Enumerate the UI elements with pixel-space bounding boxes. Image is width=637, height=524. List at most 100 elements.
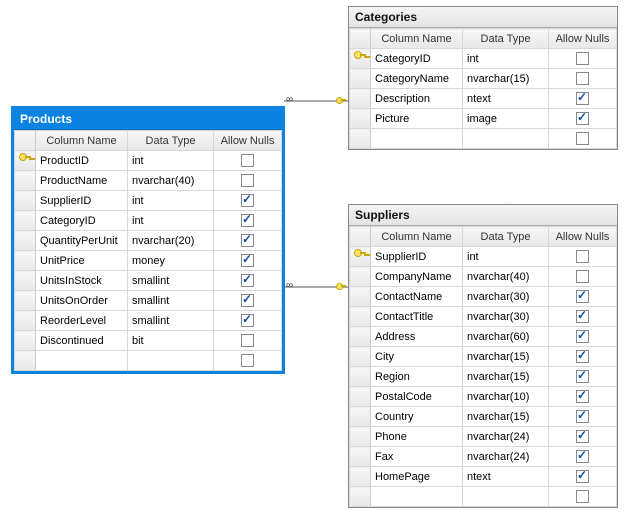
column-name-cell[interactable]: UnitsInStock [36,271,128,291]
data-type-cell[interactable]: image [463,109,549,129]
allow-nulls-cell[interactable] [214,331,282,351]
table-suppliers[interactable]: Suppliers Column Name Data Type Allow Nu… [348,204,618,508]
table-title[interactable]: Products [14,109,282,130]
allow-nulls-checkbox[interactable] [241,194,254,207]
allow-nulls-cell[interactable] [549,89,617,109]
row-key-cell[interactable] [350,129,371,149]
column-name-cell[interactable]: Description [371,89,463,109]
table-row[interactable]: Citynvarchar(15) [350,347,617,367]
table-row[interactable]: Addressnvarchar(60) [350,327,617,347]
data-type-cell[interactable]: nvarchar(30) [463,307,549,327]
column-name-cell[interactable] [36,351,128,371]
table-row[interactable]: ReorderLevelsmallint [15,311,282,331]
allow-nulls-cell[interactable] [214,251,282,271]
allow-nulls-checkbox[interactable] [576,470,589,483]
data-type-cell[interactable]: nvarchar(40) [463,267,549,287]
column-name-cell[interactable]: City [371,347,463,367]
table-row[interactable]: Faxnvarchar(24) [350,447,617,467]
column-name-cell[interactable]: Phone [371,427,463,447]
allow-nulls-checkbox[interactable] [576,410,589,423]
allow-nulls-checkbox[interactable] [241,294,254,307]
column-name-cell[interactable]: Discontinued [36,331,128,351]
table-row[interactable]: CategoryIDint [15,211,282,231]
column-name-cell[interactable]: SupplierID [36,191,128,211]
allow-nulls-cell[interactable] [549,109,617,129]
data-type-cell[interactable]: int [463,49,549,69]
table-row[interactable]: CompanyNamenvarchar(40) [350,267,617,287]
column-name-cell[interactable]: ReorderLevel [36,311,128,331]
data-type-cell[interactable]: nvarchar(10) [463,387,549,407]
data-type-cell[interactable]: nvarchar(60) [463,327,549,347]
allow-nulls-checkbox[interactable] [576,92,589,105]
allow-nulls-cell[interactable] [549,69,617,89]
column-name-cell[interactable]: Picture [371,109,463,129]
column-name-cell[interactable]: HomePage [371,467,463,487]
allow-nulls-cell[interactable] [214,171,282,191]
allow-nulls-cell[interactable] [549,487,617,507]
allow-nulls-checkbox[interactable] [241,354,254,367]
column-name-cell[interactable]: CategoryID [36,211,128,231]
allow-nulls-checkbox[interactable] [241,174,254,187]
data-type-cell[interactable] [463,487,549,507]
column-name-cell[interactable]: ProductName [36,171,128,191]
table-row[interactable]: UnitsInStocksmallint [15,271,282,291]
allow-nulls-cell[interactable] [549,49,617,69]
data-type-cell[interactable]: ntext [463,467,549,487]
allow-nulls-cell[interactable] [549,447,617,467]
allow-nulls-checkbox[interactable] [576,72,589,85]
data-type-cell[interactable]: nvarchar(30) [463,287,549,307]
allow-nulls-checkbox[interactable] [576,270,589,283]
column-name-cell[interactable]: Region [371,367,463,387]
data-type-cell[interactable]: int [128,211,214,231]
allow-nulls-checkbox[interactable] [576,250,589,263]
data-type-cell[interactable]: nvarchar(15) [463,367,549,387]
column-name-cell[interactable]: CompanyName [371,267,463,287]
table-row[interactable]: PostalCodenvarchar(10) [350,387,617,407]
column-name-cell[interactable] [371,129,463,149]
data-type-cell[interactable]: nvarchar(15) [463,69,549,89]
table-row[interactable]: Phonenvarchar(24) [350,427,617,447]
table-row[interactable]: HomePagentext [350,467,617,487]
allow-nulls-cell[interactable] [214,191,282,211]
allow-nulls-checkbox[interactable] [241,334,254,347]
table-title[interactable]: Categories [349,7,617,28]
table-products[interactable]: Products Column Name Data Type Allow Nul… [11,106,285,374]
allow-nulls-cell[interactable] [214,311,282,331]
allow-nulls-cell[interactable] [214,291,282,311]
column-name-cell[interactable]: ContactName [371,287,463,307]
allow-nulls-checkbox[interactable] [241,214,254,227]
row-key-cell[interactable] [350,487,371,507]
allow-nulls-cell[interactable] [549,367,617,387]
allow-nulls-checkbox[interactable] [576,132,589,145]
allow-nulls-checkbox[interactable] [576,350,589,363]
table-row-blank[interactable] [350,129,617,149]
table-row[interactable]: Regionnvarchar(15) [350,367,617,387]
column-name-cell[interactable]: CategoryName [371,69,463,89]
data-type-cell[interactable]: int [128,151,214,171]
allow-nulls-checkbox[interactable] [241,274,254,287]
allow-nulls-cell[interactable] [549,307,617,327]
table-row[interactable]: SupplierIDint [350,247,617,267]
allow-nulls-checkbox[interactable] [241,154,254,167]
allow-nulls-cell[interactable] [549,347,617,367]
allow-nulls-cell[interactable] [549,129,617,149]
table-row[interactable]: ContactTitlenvarchar(30) [350,307,617,327]
table-row[interactable]: SupplierIDint [15,191,282,211]
data-type-cell[interactable]: nvarchar(15) [463,407,549,427]
table-row[interactable]: CategoryIDint [350,49,617,69]
column-name-cell[interactable]: SupplierID [371,247,463,267]
allow-nulls-cell[interactable] [549,247,617,267]
allow-nulls-checkbox[interactable] [576,112,589,125]
data-type-cell[interactable]: smallint [128,291,214,311]
table-row[interactable]: QuantityPerUnitnvarchar(20) [15,231,282,251]
table-title[interactable]: Suppliers [349,205,617,226]
column-name-cell[interactable]: Address [371,327,463,347]
column-name-cell[interactable]: UnitPrice [36,251,128,271]
allow-nulls-cell[interactable] [214,231,282,251]
allow-nulls-cell[interactable] [549,287,617,307]
data-type-cell[interactable] [463,129,549,149]
column-name-cell[interactable]: ProductID [36,151,128,171]
column-name-cell[interactable]: Fax [371,447,463,467]
column-name-cell[interactable]: PostalCode [371,387,463,407]
allow-nulls-checkbox[interactable] [576,290,589,303]
